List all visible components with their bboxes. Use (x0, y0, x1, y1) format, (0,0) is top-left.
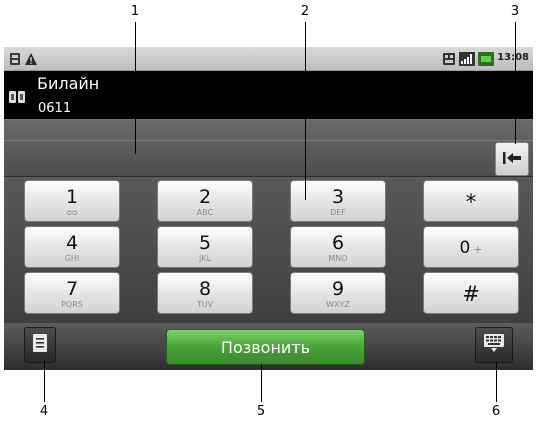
voicemail-icon: ᴑᴑ (66, 208, 78, 217)
key-0-plus: + (473, 243, 483, 256)
callout-1-line (135, 22, 136, 154)
key-7[interactable]: 7 PQRS (24, 272, 120, 314)
key-6-digit: 6 (331, 232, 345, 254)
dialer-screen: 13:08 Билайн 0611 1 ᴑᴑ 2 ABC 3 DEF * 4 G… (4, 47, 533, 370)
callout-2: 2 (300, 4, 310, 19)
key-7-letters: PQRS (61, 300, 83, 309)
key-2-digit: 2 (198, 186, 212, 208)
key-6-letters: MNO (328, 254, 348, 263)
key-2[interactable]: 2 ABC (157, 180, 253, 222)
key-0-digit: 0 + (459, 238, 482, 258)
key-2-letters: ABC (196, 208, 214, 217)
sim-card-icon (442, 51, 456, 65)
callout-5: 5 (256, 404, 266, 419)
callout-1: 1 (130, 4, 140, 19)
key-star-symbol: * (465, 190, 477, 214)
callout-4-line (44, 360, 45, 402)
key-8-letters: TUV (196, 300, 214, 309)
callout-5-line (261, 364, 262, 402)
key-9-digit: 9 (331, 278, 345, 300)
status-bar: 13:08 (4, 47, 533, 71)
warning-icon (24, 51, 38, 65)
callout-3-line (515, 22, 516, 144)
key-0-number: 0 (459, 238, 471, 258)
key-5[interactable]: 5 JKL (157, 226, 253, 268)
key-8[interactable]: 8 TUV (157, 272, 253, 314)
callout-4: 4 (39, 404, 49, 419)
menu-button[interactable] (24, 327, 56, 363)
field-divider (4, 140, 533, 141)
key-1-digit: 1 (65, 186, 79, 208)
key-9[interactable]: 9 WXYZ (290, 272, 386, 314)
key-4[interactable]: 4 GHI (24, 226, 120, 268)
callout-3: 3 (510, 4, 520, 19)
key-star[interactable]: * (423, 180, 519, 222)
battery-icon (478, 51, 494, 66)
signal-icon (459, 51, 475, 66)
keyboard-icon (483, 333, 505, 357)
key-5-digit: 5 (198, 232, 212, 254)
key-4-digit: 4 (65, 232, 79, 254)
key-7-digit: 7 (65, 278, 79, 300)
key-6[interactable]: 6 MNO (290, 226, 386, 268)
callout-6: 6 (491, 404, 501, 419)
bottom-bar: Позвонить (4, 323, 533, 370)
clock: 13:08 (497, 52, 529, 63)
list-icon (32, 333, 48, 357)
carrier-number: 0611 (38, 101, 72, 116)
keypad-toggle-button[interactable] (475, 327, 513, 363)
key-4-letters: GHI (64, 254, 80, 263)
key-8-digit: 8 (198, 278, 212, 300)
key-1[interactable]: 1 ᴑᴑ (24, 180, 120, 222)
backspace-icon (502, 150, 522, 169)
key-hash[interactable]: # (423, 272, 519, 314)
call-button-label: Позвонить (220, 337, 311, 357)
backspace-button[interactable] (495, 142, 529, 176)
key-hash-symbol: # (462, 282, 480, 306)
carrier-name: Билайн (37, 74, 100, 93)
dialer-number-field[interactable] (4, 119, 533, 177)
keypad: 1 ᴑᴑ 2 ABC 3 DEF * 4 GHI 5 JKL 6 MNO 0+ (4, 177, 533, 323)
key-0[interactable]: 0 + (423, 226, 519, 268)
key-9-letters: WXYZ (326, 300, 350, 309)
usb-icon (9, 51, 21, 65)
key-5-letters: JKL (198, 254, 212, 263)
key-3-letters: DEF (330, 208, 346, 217)
call-button[interactable]: Позвонить (166, 329, 365, 365)
callout-6-line (496, 362, 497, 402)
callout-2-line (305, 22, 306, 200)
sim-card-icon (9, 88, 25, 107)
